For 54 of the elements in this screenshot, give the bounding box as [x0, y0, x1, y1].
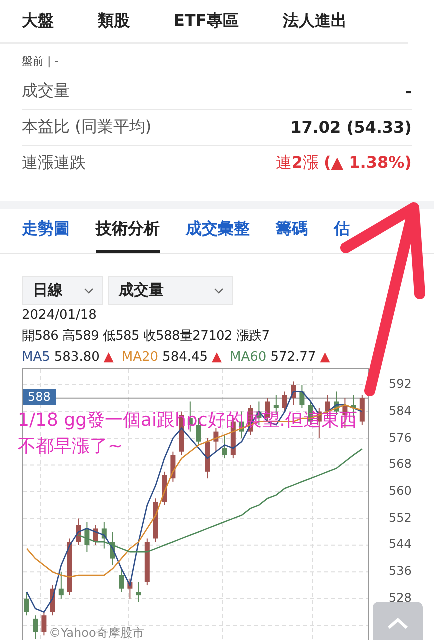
chart-credit: ©Yahoo奇摩股市 [49, 625, 144, 640]
ma-value: 584.45 [162, 350, 208, 365]
chart-tab[interactable]: 成交彙整 [186, 209, 250, 253]
stat-label: 連漲連跌 [22, 153, 86, 174]
chevron-down-icon [84, 288, 94, 294]
axis-label: 584 [389, 402, 412, 419]
session-status: 盤前 | - [22, 54, 60, 70]
chevron-up-icon [387, 618, 409, 630]
candlestick [33, 615, 38, 640]
candlestick [282, 391, 288, 412]
market-tab[interactable]: ETF專區 [174, 10, 239, 32]
axis-label: 552 [389, 510, 412, 526]
stat-label: 本益比 (同業平均) [22, 117, 152, 138]
period-dropdown[interactable]: 成交量 [108, 276, 233, 305]
chart-tab[interactable]: 籌碼 [276, 209, 308, 253]
axis-label: 544 [389, 536, 412, 552]
price-tag: 588 [23, 389, 56, 406]
candlestick [360, 394, 365, 426]
ohlc-text: 開586 高589 低585 收588量27102 漲跌7 [21, 328, 271, 346]
candlestick [42, 612, 47, 636]
trend-mark: ▲ [104, 350, 114, 365]
ma-value: 572.77 [270, 350, 316, 365]
chart-tab[interactable]: 估 [334, 209, 350, 253]
legend-label: MA20 [122, 350, 159, 365]
axis-label: 576 [389, 430, 412, 446]
candlestick [58, 572, 64, 600]
market-tab[interactable]: 法人進出 [282, 10, 347, 32]
chart-tab[interactable]: 技術分析 [96, 209, 160, 253]
date-text: 2024/01/18 [21, 307, 98, 325]
axis-label: 592 [389, 376, 412, 392]
trend-mark: ▲ [212, 350, 222, 365]
legend-label: MA60 [230, 350, 267, 365]
stat-value: 連2漲 (▲ 1.38%) [276, 153, 412, 174]
candlestick [119, 568, 124, 593]
candlestick [300, 384, 305, 409]
axis-label: 560 [389, 482, 412, 499]
period-dropdown[interactable]: 日線 [22, 276, 103, 305]
chart-tab[interactable]: 走勢圖 [22, 209, 70, 253]
stat-value: - [405, 82, 412, 101]
scroll-top-button[interactable] [373, 602, 423, 640]
stat-label: 成交量 [22, 81, 70, 102]
market-tab[interactable]: 大盤 [22, 10, 54, 32]
chevron-down-icon [214, 288, 224, 294]
candlestick [24, 592, 30, 616]
legend-label: MA5 [22, 350, 50, 365]
axis-label: 528 [389, 590, 412, 606]
candlestick [136, 582, 142, 603]
stat-value: 17.02 (54.33) [290, 118, 412, 137]
ma-value: 583.80 [54, 350, 100, 365]
trend-mark: ▲ [320, 350, 330, 365]
axis-label: 536 [389, 563, 412, 580]
market-tab[interactable]: 類股 [98, 10, 130, 32]
axis-label: 568 [389, 456, 412, 472]
candlestick [222, 434, 228, 460]
